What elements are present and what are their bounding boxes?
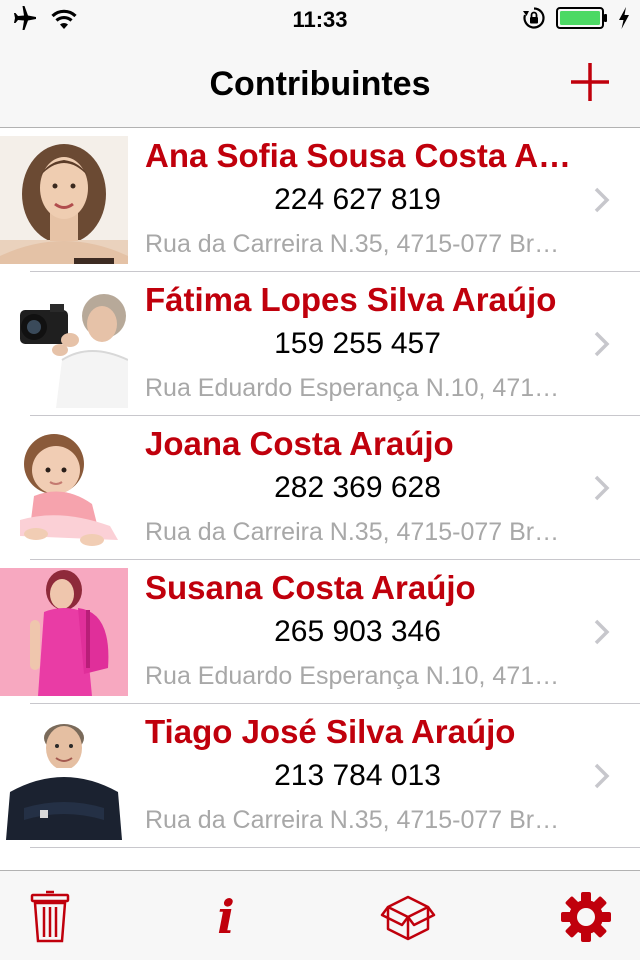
trash-icon [30, 890, 70, 943]
add-contribuinte-button[interactable] [568, 60, 612, 104]
info-icon[interactable]: i [198, 889, 254, 945]
list-item[interactable]: Ana Sofia Sousa Costa Araújo 224 627 819… [0, 128, 640, 272]
avatar [0, 136, 128, 264]
status-right [522, 6, 630, 30]
chevron-right-icon [594, 187, 610, 213]
box-icon [380, 895, 436, 941]
list-item[interactable]: Tiago José Silva Araújo 213 784 013 Rua … [0, 704, 640, 848]
contribuinte-address: Rua da Carreira N.35, 4715-077 Braga [145, 230, 570, 258]
contribuinte-address: Rua Eduardo Esperança N.10, 4715-000 Bra… [145, 374, 570, 402]
contribuinte-name: Tiago José Silva Araújo [145, 713, 516, 750]
charging-bolt-icon [619, 7, 629, 29]
avatar [0, 712, 128, 840]
chevron-right-icon [594, 619, 610, 645]
row-separator [30, 847, 640, 848]
contribuinte-address: Rua da Carreira N.35, 4715-077 Braga [145, 518, 570, 546]
avatar [0, 568, 128, 696]
export-button[interactable] [380, 889, 436, 945]
contribuintes-list: Ana Sofia Sousa Costa Araújo 224 627 819… [0, 128, 640, 848]
list-item[interactable]: Joana Costa Araújo 282 369 628 Rua da Ca… [0, 416, 640, 560]
delete-button[interactable] [22, 889, 78, 945]
status-bar: 11:33 [0, 0, 640, 40]
list-item[interactable]: Fátima Lopes Silva Araújo 159 255 457 Ru… [0, 272, 640, 416]
contribuinte-nif: 159 255 457 [274, 327, 441, 360]
contribuinte-nif: 213 784 013 [274, 759, 441, 792]
settings-button[interactable] [558, 889, 614, 945]
contribuinte-nif: 282 369 628 [274, 471, 441, 504]
contribuinte-address: Rua da Carreira N.35, 4715-077 Braga [145, 806, 570, 834]
tab-bar: i [0, 870, 640, 960]
chevron-right-icon [594, 475, 610, 501]
list-item[interactable]: Susana Costa Araújo 265 903 346 Rua Edua… [0, 560, 640, 704]
chevron-right-icon [594, 763, 610, 789]
contribuinte-name: Susana Costa Araújo [145, 569, 476, 606]
page-title: Contribuintes [209, 65, 431, 103]
rotation-lock-icon [523, 7, 545, 29]
gear-icon [561, 892, 611, 942]
contribuinte-name: Joana Costa Araújo [145, 425, 454, 462]
contribuinte-nif: 224 627 819 [274, 183, 441, 216]
plus-icon [571, 63, 609, 101]
contribuinte-name: Ana Sofia Sousa Costa Araújo [145, 137, 580, 174]
contribuinte-name: Fátima Lopes Silva Araújo [145, 281, 557, 318]
avatar [0, 424, 128, 552]
contribuinte-nif: 265 903 346 [274, 615, 441, 648]
app-screen: 11:33 Contribuintes Ana Sofia Sousa Cost… [0, 0, 640, 960]
navigation-bar: Contribuintes [0, 40, 640, 128]
contribuinte-address: Rua Eduardo Esperança N.10, 4715-000 Bra… [145, 662, 570, 690]
avatar [0, 280, 128, 408]
chevron-right-icon [594, 331, 610, 357]
battery-icon [556, 7, 607, 29]
